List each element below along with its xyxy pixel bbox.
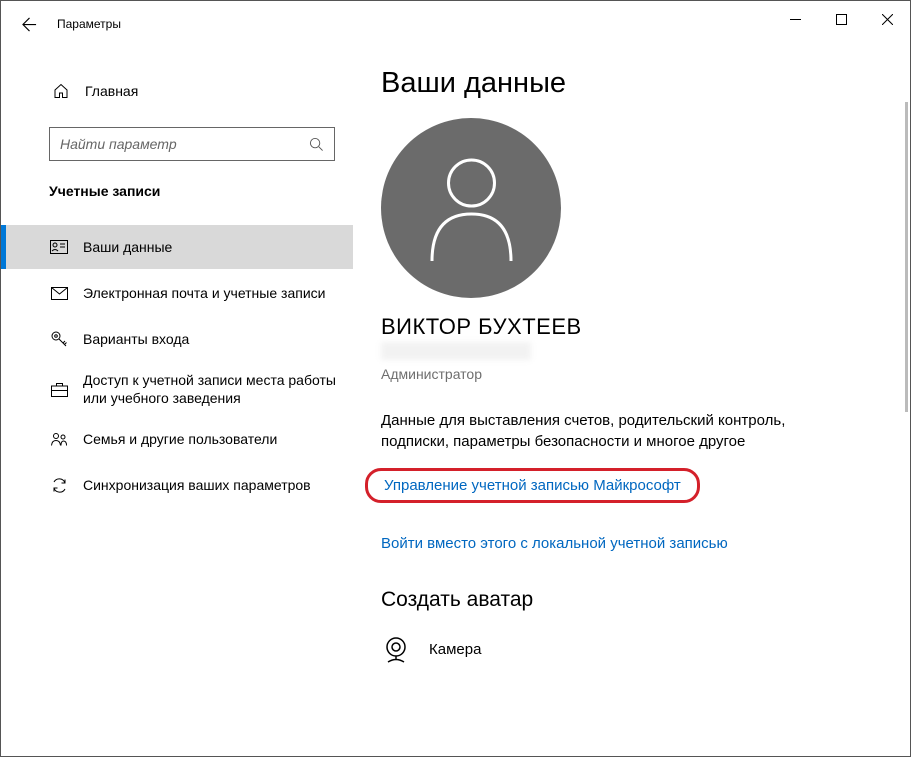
sidebar-item-family[interactable]: Семья и другие пользователи — [1, 417, 353, 461]
main-panel: Ваши данные ВИКТОР БУХТЕЕВ Администратор… — [353, 47, 910, 756]
maximize-icon — [836, 14, 847, 25]
people-icon — [49, 432, 69, 447]
arrow-left-icon — [22, 17, 37, 32]
sidebar-item-label: Варианты входа — [83, 322, 189, 356]
back-button[interactable] — [7, 2, 51, 46]
user-email-blurred — [381, 342, 531, 360]
sidebar-home[interactable]: Главная — [1, 73, 353, 109]
sidebar-item-email[interactable]: Электронная почта и учетные записи — [1, 271, 353, 315]
search-container — [1, 127, 353, 161]
sidebar-item-label: Семья и другие пользователи — [83, 422, 277, 456]
sidebar-item-your-info[interactable]: Ваши данные — [1, 225, 353, 269]
sidebar-item-label: Ваши данные — [83, 230, 172, 264]
manage-microsoft-account-link[interactable]: Управление учетной записью Майкрософт — [365, 468, 700, 503]
home-icon — [51, 83, 71, 99]
mail-icon — [49, 287, 69, 300]
camera-icon — [381, 634, 411, 664]
create-avatar-heading: Создать аватар — [381, 588, 870, 612]
sidebar-item-work[interactable]: Доступ к учетной записи места работы или… — [1, 363, 353, 415]
close-button[interactable] — [864, 1, 910, 37]
sidebar-item-signin[interactable]: Варианты входа — [1, 317, 353, 361]
camera-option[interactable]: Камера — [381, 634, 870, 664]
search-box[interactable] — [49, 127, 335, 161]
sign-in-local-account-link[interactable]: Войти вместо этого с локальной учетной з… — [381, 535, 870, 552]
account-description: Данные для выставления счетов, родительс… — [381, 410, 841, 452]
window-controls — [772, 1, 910, 37]
briefcase-icon — [49, 382, 69, 397]
user-role: Администратор — [381, 366, 870, 382]
sidebar-home-label: Главная — [85, 83, 138, 99]
content-area: Главная Учетные записи Ваши данные — [1, 47, 910, 756]
user-placeholder-icon — [424, 156, 519, 261]
page-title: Ваши данные — [381, 67, 870, 100]
close-icon — [882, 14, 893, 25]
maximize-button[interactable] — [818, 1, 864, 37]
user-card-icon — [49, 240, 69, 254]
sidebar-item-sync[interactable]: Синхронизация ваших параметров — [1, 463, 353, 507]
minimize-button[interactable] — [772, 1, 818, 37]
sidebar-section-title: Учетные записи — [1, 183, 353, 199]
sidebar-item-label: Синхронизация ваших параметров — [83, 468, 311, 502]
minimize-icon — [790, 14, 801, 25]
sidebar: Главная Учетные записи Ваши данные — [1, 47, 353, 756]
titlebar: Параметры — [1, 1, 910, 47]
camera-label: Камера — [429, 641, 481, 658]
sidebar-nav: Ваши данные Электронная почта и учетные … — [1, 225, 353, 507]
window-title: Параметры — [57, 17, 121, 31]
scrollbar[interactable] — [905, 102, 908, 412]
sync-icon — [49, 477, 69, 494]
sidebar-item-label: Электронная почта и учетные записи — [83, 276, 325, 310]
user-display-name: ВИКТОР БУХТЕЕВ — [381, 314, 870, 340]
search-icon — [309, 137, 324, 152]
search-input[interactable] — [60, 136, 309, 152]
avatar[interactable] — [381, 118, 561, 298]
key-icon — [49, 331, 69, 348]
sidebar-item-label: Доступ к учетной записи места работы или… — [83, 363, 337, 415]
